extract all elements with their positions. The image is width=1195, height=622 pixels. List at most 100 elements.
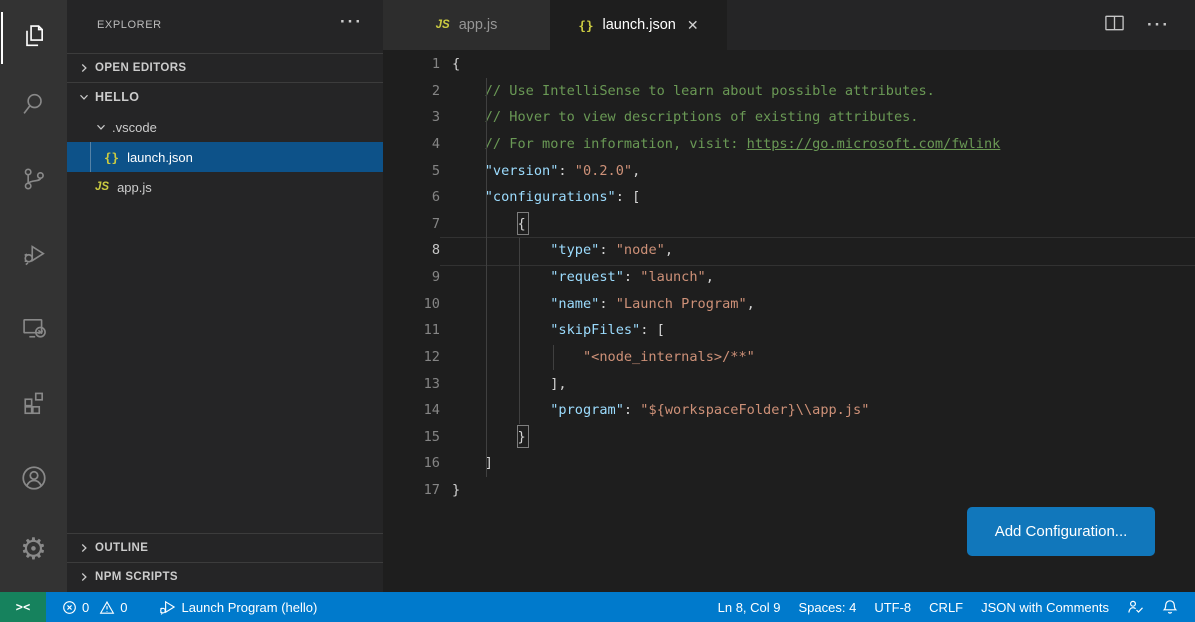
tab-app-js[interactable]: JS app.js	[383, 0, 550, 50]
notifications-item[interactable]	[1153, 592, 1187, 622]
run-debug-icon[interactable]	[0, 227, 67, 279]
tree-file-launch-json-selected[interactable]: {} launch.json	[67, 142, 383, 172]
sidebar-header: EXPLORER ···	[67, 0, 383, 50]
line-number[interactable]: 7	[383, 211, 440, 238]
code-line-10[interactable]: 10 "name": "Launch Program",	[383, 291, 1195, 318]
indentation-item[interactable]: Spaces: 4	[790, 592, 866, 622]
source-control-icon[interactable]	[0, 153, 67, 205]
code-line-1[interactable]: 1{	[383, 51, 1195, 78]
settings-gear-icon[interactable]: ⚙	[0, 524, 67, 576]
section-npm-scripts[interactable]: NPM SCRIPTS	[67, 562, 383, 591]
line-content: }	[452, 477, 460, 504]
bracket-match-close	[517, 425, 529, 448]
section-outline[interactable]: OUTLINE	[67, 533, 383, 562]
search-icon[interactable]	[0, 78, 67, 130]
line-number[interactable]: 12	[383, 344, 440, 371]
tab-label: app.js	[459, 17, 498, 33]
chevron-right-icon	[77, 61, 91, 75]
editor-group: JS app.js {} launch.json ✕ ··· 1{2 // Us…	[383, 0, 1195, 592]
line-number[interactable]: 3	[383, 104, 440, 131]
line-number[interactable]: 5	[383, 158, 440, 185]
tree-file-app-js[interactable]: JS app.js	[67, 172, 383, 202]
explorer-icon[interactable]	[0, 10, 67, 62]
close-tab-icon[interactable]: ✕	[687, 17, 699, 34]
code-line-8[interactable]: 8 "type": "node",	[383, 237, 1195, 264]
problems-item[interactable]: 0 0	[53, 592, 136, 622]
encoding-item[interactable]: UTF-8	[865, 592, 920, 622]
code-line-17[interactable]: 17}	[383, 477, 1195, 504]
code-line-13[interactable]: 13 ],	[383, 371, 1195, 398]
feedback-icon	[1127, 599, 1144, 615]
tree-folder-vscode[interactable]: .vscode	[67, 112, 383, 142]
code-line-3[interactable]: 3 // Hover to view descriptions of exist…	[383, 104, 1195, 131]
line-number[interactable]: 10	[383, 291, 440, 318]
line-number[interactable]: 13	[383, 371, 440, 398]
line-number[interactable]: 11	[383, 317, 440, 344]
status-bar: >< 0 0 Launch Program (hello) Ln 8, Col …	[0, 592, 1195, 622]
account-icon[interactable]	[0, 452, 67, 504]
language-mode-item[interactable]: JSON with Comments	[972, 592, 1118, 622]
code-line-11[interactable]: 11 "skipFiles": [	[383, 317, 1195, 344]
bell-icon	[1162, 599, 1178, 615]
sidebar-title: EXPLORER	[97, 19, 162, 31]
indent-guide	[553, 345, 554, 370]
editor-more-actions-icon[interactable]: ···	[1147, 15, 1170, 35]
section-open-editors[interactable]: OPEN EDITORS	[67, 53, 383, 82]
json-file-icon: {}	[578, 18, 593, 33]
chevron-right-icon	[77, 570, 91, 584]
line-number[interactable]: 16	[383, 450, 440, 477]
line-content: "<node_internals>/**"	[452, 344, 755, 371]
remote-indicator[interactable]: ><	[0, 592, 46, 622]
code-line-16[interactable]: 16 ]	[383, 450, 1195, 477]
line-number[interactable]: 1	[383, 51, 440, 78]
code-line-2[interactable]: 2 // Use IntelliSense to learn about pos…	[383, 78, 1195, 105]
line-number[interactable]: 2	[383, 78, 440, 105]
tree-indent-guide	[90, 142, 91, 172]
debug-launch-item[interactable]: Launch Program (hello)	[150, 592, 326, 622]
line-number[interactable]: 17	[383, 477, 440, 504]
warning-count: 0	[120, 600, 127, 615]
js-file-icon: JS	[436, 19, 450, 31]
code-line-14[interactable]: 14 "program": "${workspaceFolder}\\app.j…	[383, 397, 1195, 424]
sidebar-more-actions-icon[interactable]: ···	[340, 12, 363, 32]
line-content: }	[452, 424, 526, 451]
bracket-match-open	[517, 212, 529, 235]
code-line-12[interactable]: 12 "<node_internals>/**"	[383, 344, 1195, 371]
eol-item[interactable]: CRLF	[920, 592, 972, 622]
error-count: 0	[82, 600, 89, 615]
line-content: "version": "0.2.0",	[452, 158, 640, 185]
code-line-4[interactable]: 4 // For more information, visit: https:…	[383, 131, 1195, 158]
line-number[interactable]: 9	[383, 264, 440, 291]
indent-guide	[486, 78, 487, 477]
code-line-7[interactable]: 7 {	[383, 211, 1195, 238]
line-number[interactable]: 4	[383, 131, 440, 158]
explorer-sidebar: EXPLORER ··· OPEN EDITORS HELLO .vscode …	[67, 0, 383, 592]
cursor-position[interactable]: Ln 8, Col 9	[709, 592, 790, 622]
vscode-window: ⚙ EXPLORER ··· OPEN EDITORS HELLO .vscod…	[0, 0, 1195, 622]
chevron-down-icon	[94, 120, 108, 134]
line-number[interactable]: 15	[383, 424, 440, 451]
indent-guide	[519, 238, 520, 424]
line-number[interactable]: 8	[383, 237, 440, 264]
remote-icon: ><	[16, 600, 30, 614]
chevron-down-icon	[77, 90, 91, 104]
feedback-item[interactable]	[1118, 592, 1153, 622]
remote-explorer-icon[interactable]	[0, 302, 67, 354]
extensions-icon[interactable]	[0, 375, 67, 427]
split-editor-icon[interactable]	[1104, 14, 1125, 37]
code-line-6[interactable]: 6 "configurations": [	[383, 184, 1195, 211]
code-line-5[interactable]: 5 "version": "0.2.0",	[383, 158, 1195, 185]
tree-root-hello[interactable]: HELLO	[67, 82, 383, 111]
line-number[interactable]: 14	[383, 397, 440, 424]
code-editor[interactable]: 1{2 // Use IntelliSense to learn about p…	[383, 51, 1195, 504]
code-line-15[interactable]: 15 }	[383, 424, 1195, 451]
code-line-9[interactable]: 9 "request": "launch",	[383, 264, 1195, 291]
tab-launch-json-active[interactable]: {} launch.json ✕	[550, 0, 727, 50]
json-file-icon: {}	[104, 150, 119, 165]
add-configuration-button[interactable]: Add Configuration...	[967, 507, 1155, 556]
line-content: "skipFiles": [	[452, 317, 665, 344]
debug-config-label: Launch Program (hello)	[181, 600, 317, 615]
chevron-right-icon	[77, 541, 91, 555]
line-number[interactable]: 6	[383, 184, 440, 211]
js-file-icon: JS	[95, 181, 109, 193]
